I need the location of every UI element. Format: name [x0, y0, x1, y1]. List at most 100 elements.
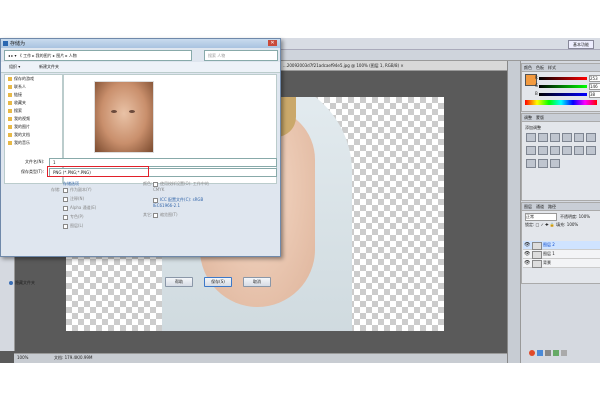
checkbox-icon — [63, 223, 68, 229]
folder-icon — [8, 109, 12, 113]
nav-item-my-documents[interactable]: 我的文档 — [5, 131, 62, 139]
zoom-level[interactable]: 100% — [17, 355, 28, 360]
nav-item-links[interactable]: 链接 — [5, 91, 62, 99]
other-label: 其它: — [143, 212, 153, 217]
checkbox-alpha[interactable]: Alpha 通道(E) — [63, 205, 96, 211]
document-tab[interactable]: ...20092003d7f21adcaef94e5.jpg @ 100% (图… — [280, 63, 404, 68]
curves-icon[interactable] — [550, 133, 560, 142]
workspace-switcher[interactable]: 基本功能 — [568, 40, 594, 49]
eye-icon[interactable]: 👁 — [524, 260, 530, 266]
levels-icon[interactable] — [538, 133, 548, 142]
blend-mode-select[interactable]: 正常 — [525, 213, 557, 221]
b-slider[interactable] — [539, 93, 587, 96]
g-slider[interactable] — [539, 85, 587, 88]
r-slider[interactable] — [539, 77, 587, 80]
nav-item-favorites[interactable]: 收藏夹 — [5, 99, 62, 107]
settings-icon[interactable] — [553, 350, 559, 356]
adjustments-panel-tabs: 调整 蒙版 — [522, 114, 600, 122]
brightness-icon[interactable] — [526, 133, 536, 142]
nav-label: 收藏夹 — [14, 100, 26, 105]
document-size: 文档: 179.4K/0.99M — [54, 355, 93, 360]
checkbox-label: 作为副本(Y) — [70, 187, 92, 192]
nav-item-my-pictures[interactable]: 我的图片 — [5, 123, 62, 131]
color-panel-tabs: 颜色 色板 样式 — [522, 64, 600, 72]
folder-icon — [8, 77, 12, 81]
nav-label: 联系人 — [14, 84, 26, 89]
layer-row[interactable]: 👁 背景 — [523, 259, 600, 268]
help-button[interactable]: 帮助 — [165, 277, 193, 287]
checkbox-icc-profile[interactable]: ICC 配置文件(C): sRGB IEC61966-2.1 — [153, 197, 213, 208]
network-icon[interactable] — [537, 350, 543, 356]
r-value[interactable]: 253 — [589, 75, 600, 82]
save-as-dialog: 存储为 ✕ ◂ ▸ ▾ 《 工作 ▸ 我的图片 ▸ 图片 ▸ 人物 搜索 人物 … — [0, 38, 281, 287]
cancel-button[interactable]: 取消 — [243, 277, 271, 287]
dialog-titlebar[interactable]: 存储为 ✕ — [1, 39, 280, 48]
tab-adjustments[interactable]: 调整 — [522, 115, 534, 120]
nav-item-my-music[interactable]: 我的音乐 — [5, 139, 62, 147]
tab-swatches[interactable]: 色板 — [534, 65, 546, 70]
color-spectrum[interactable] — [525, 100, 597, 105]
save-button[interactable]: 保存(S) — [204, 277, 232, 287]
photo-filter-icon[interactable] — [550, 146, 560, 155]
nav-label: 保存的游戏 — [14, 76, 34, 81]
vibrance-icon[interactable] — [574, 133, 584, 142]
layer-name: 图层 1 — [543, 251, 555, 256]
layer-row[interactable]: 👁 图层 2 — [523, 241, 600, 250]
black-white-icon[interactable] — [538, 146, 548, 155]
checkbox-label: 专色(P) — [70, 214, 84, 219]
hue-icon[interactable] — [586, 133, 596, 142]
thumbnail-eye — [129, 110, 135, 113]
nav-item-search[interactable]: 搜索 — [5, 107, 62, 115]
g-label: G — [535, 83, 539, 88]
threshold-icon[interactable] — [526, 159, 536, 168]
new-folder-button[interactable]: 新建文件夹 — [39, 64, 59, 70]
exposure-icon[interactable] — [562, 133, 572, 142]
opacity-field[interactable]: 不透明度: 100% — [560, 214, 590, 220]
close-button[interactable]: ✕ — [268, 40, 277, 46]
tab-styles[interactable]: 样式 — [546, 65, 558, 70]
hide-folders-toggle[interactable]: 隐藏文件夹 — [9, 280, 35, 286]
lock-row[interactable]: 锁定: □ ✓ ✚ 🔒 填充: 100% — [525, 222, 578, 228]
breadcrumb[interactable]: ◂ ▸ ▾ 《 工作 ▸ 我的图片 ▸ 图片 ▸ 人物 — [5, 53, 77, 58]
nav-item-saved-games[interactable]: 保存的游戏 — [5, 75, 62, 83]
volume-icon[interactable] — [545, 350, 551, 356]
organize-button[interactable]: 组织 ▾ — [9, 64, 20, 70]
hide-folders-label: 隐藏文件夹 — [15, 280, 35, 285]
tab-channels[interactable]: 通道 — [534, 204, 546, 209]
layer-row[interactable]: 👁 图层 1 — [523, 250, 600, 259]
nav-label: 我的音乐 — [14, 140, 30, 145]
gradient-map-icon[interactable] — [538, 159, 548, 168]
checkbox-proof-setup[interactable]: 使用校样设置(O): 工作中的 CMYK — [153, 181, 213, 192]
nav-label: 我的视频 — [14, 116, 30, 121]
search-input[interactable]: 搜索 人物 — [204, 50, 278, 61]
image-thumbnail[interactable] — [94, 81, 154, 153]
tab-masks[interactable]: 蒙版 — [534, 115, 546, 120]
nav-item-my-videos[interactable]: 我的视频 — [5, 115, 62, 123]
tab-layers[interactable]: 图层 — [522, 204, 534, 209]
tab-paths[interactable]: 路径 — [546, 204, 558, 209]
search-placeholder: 搜索 人物 — [208, 53, 226, 58]
checkbox-thumbnail[interactable]: 缩览图(T) — [153, 212, 178, 218]
folder-icon — [8, 117, 12, 121]
sogou-ime-icon[interactable] — [529, 350, 535, 356]
nav-item-contacts[interactable]: 联系人 — [5, 83, 62, 91]
b-value[interactable]: 38 — [589, 91, 600, 98]
checkbox-as-copy[interactable]: 作为副本(Y) — [63, 187, 92, 193]
checkbox-layers[interactable]: 图层(L) — [63, 223, 83, 229]
channel-mixer-icon[interactable] — [562, 146, 572, 155]
checkbox-spot[interactable]: 专色(P) — [63, 214, 84, 220]
panel-icon-column — [508, 61, 521, 363]
adjustment-icons — [525, 132, 597, 171]
folder-icon — [8, 141, 12, 145]
g-value[interactable]: 146 — [589, 83, 600, 90]
eye-icon[interactable]: 👁 — [524, 242, 530, 248]
invert-icon[interactable] — [574, 146, 584, 155]
tab-color[interactable]: 颜色 — [522, 65, 534, 70]
address-bar[interactable]: ◂ ▸ ▾ 《 工作 ▸ 我的图片 ▸ 图片 ▸ 人物 — [4, 50, 192, 61]
selective-color-icon[interactable] — [550, 159, 560, 168]
checkbox-notes[interactable]: 注释(N) — [63, 196, 84, 202]
eye-icon[interactable]: 👁 — [524, 251, 530, 257]
keyboard-icon[interactable] — [561, 350, 567, 356]
posterize-icon[interactable] — [586, 146, 596, 155]
color-balance-icon[interactable] — [526, 146, 536, 155]
